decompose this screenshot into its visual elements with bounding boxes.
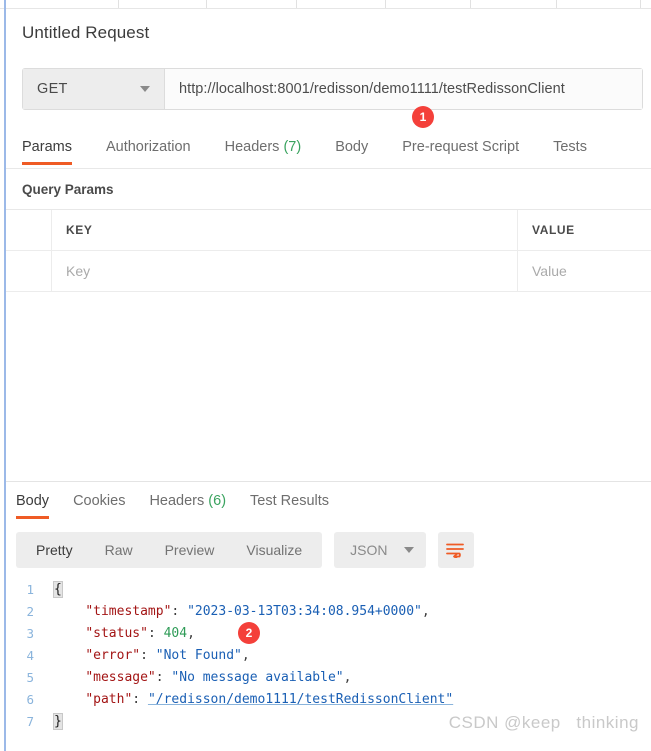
line-number: 1	[6, 582, 48, 597]
column-header-value: VALUE	[518, 210, 651, 250]
view-mode-raw[interactable]: Raw	[89, 532, 149, 568]
line-number: 7	[6, 714, 48, 729]
query-params-heading: Query Params	[22, 182, 114, 197]
tab-authorization[interactable]: Authorization	[106, 135, 191, 165]
tab-response-body-label: Body	[16, 493, 49, 509]
tab-headers-count: (7)	[283, 139, 301, 155]
tab-response-headers[interactable]: Headers (6)	[149, 489, 226, 519]
code-line-text: "error": "Not Found",	[48, 648, 250, 663]
code-line-text: }	[48, 714, 62, 729]
code-line: 6 "path": "/redisson/demo1111/testRediss…	[6, 688, 651, 710]
watermark: CSDN @keep thinking	[449, 713, 639, 733]
response-format-dropdown[interactable]: JSON	[334, 532, 425, 568]
line-number: 2	[6, 604, 48, 619]
url-bar: GET http://localhost:8001/redisson/demo1…	[22, 68, 643, 110]
code-line-text: "message": "No message available",	[48, 670, 351, 685]
code-line-text: {	[48, 582, 62, 597]
table-row: Key Value	[6, 251, 651, 292]
code-line-text: "status": 404,	[48, 626, 195, 641]
url-input[interactable]: http://localhost:8001/redisson/demo1111/…	[165, 69, 642, 109]
tab-body-label: Body	[335, 139, 368, 155]
http-method-label: GET	[37, 81, 68, 97]
window-chrome-strip	[0, 0, 651, 9]
pane-divider	[6, 481, 651, 482]
view-mode-visualize[interactable]: Visualize	[230, 532, 318, 568]
tab-pre-request-script-label: Pre-request Script	[402, 139, 519, 155]
request-title: Untitled Request	[22, 23, 149, 43]
code-line: 5 "message": "No message available",	[6, 666, 651, 688]
code-line-text: "timestamp": "2023-03-13T03:34:08.954+00…	[48, 604, 430, 619]
response-format-label: JSON	[350, 542, 387, 558]
row-checkbox-cell[interactable]	[6, 251, 52, 291]
chevron-down-icon	[404, 547, 414, 553]
line-number: 4	[6, 648, 48, 663]
tab-response-headers-count: (6)	[208, 493, 226, 509]
view-mode-preview[interactable]: Preview	[149, 532, 231, 568]
code-line: 3 "status": 404,	[6, 622, 651, 644]
tab-authorization-label: Authorization	[106, 139, 191, 155]
tab-params-label: Params	[22, 139, 72, 155]
view-mode-pretty[interactable]: Pretty	[20, 532, 89, 568]
line-number: 5	[6, 670, 48, 685]
annotation-badge-2: 2	[238, 622, 260, 644]
line-number: 3	[6, 626, 48, 641]
wrap-lines-button[interactable]	[438, 532, 474, 568]
query-params-table: KEY VALUE Key Value	[6, 209, 651, 292]
view-mode-group: Pretty Raw Preview Visualize	[16, 532, 322, 568]
code-line: 2 "timestamp": "2023-03-13T03:34:08.954+…	[6, 600, 651, 622]
http-method-dropdown[interactable]: GET	[23, 69, 165, 109]
tab-test-results-label: Test Results	[250, 493, 329, 509]
request-tabs-divider	[6, 168, 651, 169]
tab-headers[interactable]: Headers (7)	[225, 135, 302, 165]
tab-tests-label: Tests	[553, 139, 587, 155]
code-line: 1{	[6, 578, 651, 600]
code-line-text: "path": "/redisson/demo1111/testRedisson…	[48, 692, 453, 707]
select-all-checkbox-cell[interactable]	[6, 210, 52, 250]
tab-params[interactable]: Params	[22, 135, 72, 165]
column-header-key: KEY	[52, 210, 518, 250]
tab-tests[interactable]: Tests	[553, 135, 587, 165]
tab-test-results[interactable]: Test Results	[250, 489, 329, 519]
tab-pre-request-script[interactable]: Pre-request Script	[402, 135, 519, 165]
table-header-row: KEY VALUE	[6, 210, 651, 251]
chevron-down-icon	[140, 86, 150, 92]
response-toolbar: Pretty Raw Preview Visualize JSON	[16, 532, 474, 568]
code-line: 4 "error": "Not Found",	[6, 644, 651, 666]
annotation-badge-1: 1	[412, 106, 434, 128]
tab-response-body[interactable]: Body	[16, 489, 49, 519]
tab-response-headers-label: Headers	[149, 493, 204, 509]
request-tabs: Params Authorization Headers (7) Body Pr…	[22, 135, 651, 169]
tab-cookies[interactable]: Cookies	[73, 489, 125, 519]
response-tabs: Body Cookies Headers (6) Test Results	[16, 489, 353, 519]
tab-body[interactable]: Body	[335, 135, 368, 165]
tab-cookies-label: Cookies	[73, 493, 125, 509]
param-key-input[interactable]: Key	[52, 251, 518, 291]
param-value-input[interactable]: Value	[518, 251, 651, 291]
wrap-lines-icon	[446, 542, 465, 558]
tab-headers-label: Headers	[225, 139, 280, 155]
line-number: 6	[6, 692, 48, 707]
